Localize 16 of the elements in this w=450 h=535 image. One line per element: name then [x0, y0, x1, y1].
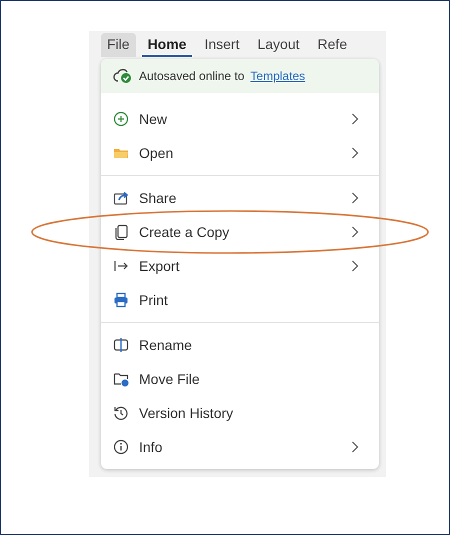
menu-item[interactable]: Share	[101, 181, 379, 215]
menu-item[interactable]: New	[101, 102, 379, 136]
ribbon-tab[interactable]: Layout	[251, 33, 306, 57]
menu-item[interactable]: Info	[101, 430, 379, 464]
menu-item[interactable]: Export	[101, 249, 379, 283]
menu-item[interactable]: Move File	[101, 362, 379, 396]
ribbon-tab[interactable]: Insert	[198, 33, 246, 57]
ribbon-tab[interactable]: Refe	[312, 33, 354, 57]
autosave-text: Autosaved online to	[139, 68, 244, 85]
menu-item[interactable]: Print	[101, 283, 379, 317]
menu-item[interactable]: Rename	[101, 328, 379, 362]
ribbon-tab[interactable]: File	[101, 33, 136, 57]
menu-item[interactable]: Open	[101, 136, 379, 170]
ribbon-tab[interactable]: Home	[142, 33, 192, 57]
menu-item[interactable]: Version History	[101, 396, 379, 430]
templates-link[interactable]: Templates	[250, 67, 306, 85]
